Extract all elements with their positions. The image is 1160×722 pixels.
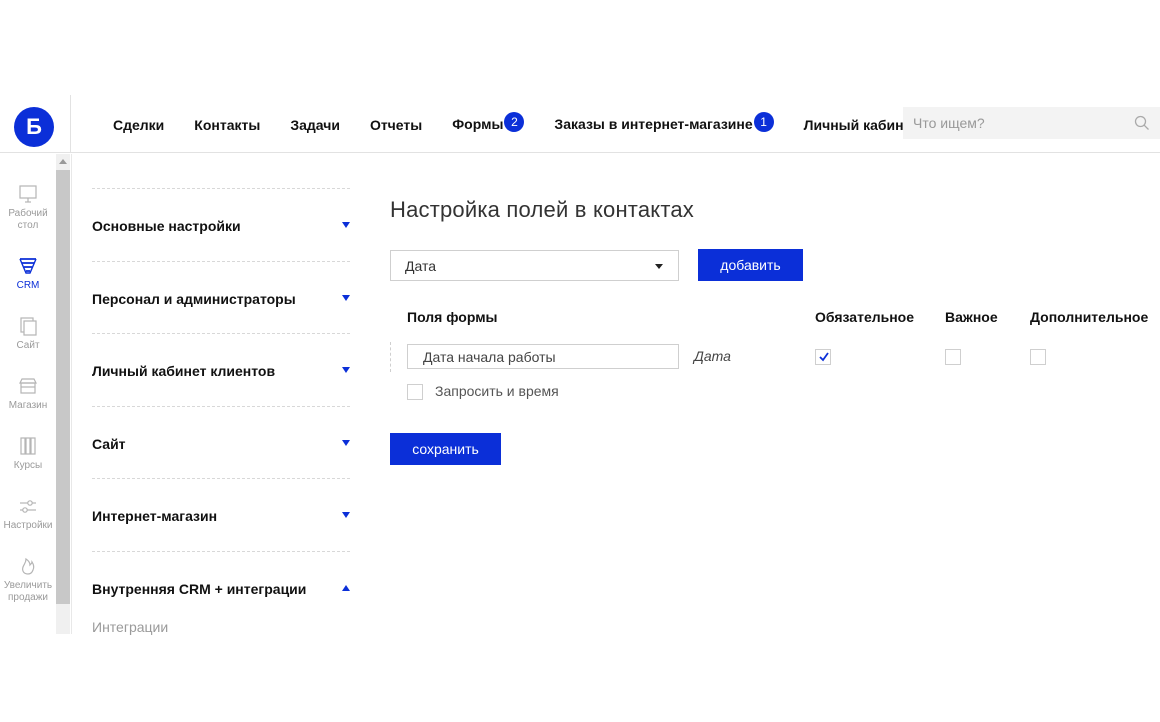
- menu-section-crm-integrations[interactable]: Внутренняя CRM + интеграции: [92, 550, 350, 624]
- expand-arrow-icon: [342, 222, 350, 228]
- chevron-down-icon: [655, 264, 663, 269]
- field-type-select[interactable]: Дата: [390, 250, 679, 281]
- rail-item-dashboard[interactable]: Рабочий стол: [0, 184, 56, 232]
- left-icon-rail: Рабочий стол CRM Сайт Магазин Курсы Наст…: [0, 154, 72, 634]
- nav-forms-label: Формы: [452, 116, 504, 132]
- menu-section-site-label: Сайт: [92, 435, 126, 452]
- checkmark-icon: [819, 352, 829, 362]
- page-title: Настройка полей в контактах: [390, 197, 695, 222]
- request-time-label: Запросить и время: [435, 383, 559, 399]
- rail-item-site[interactable]: Сайт: [0, 316, 56, 352]
- rail-label-settings: Настройки: [3, 520, 53, 531]
- menu-section-staff[interactable]: Персонал и администраторы: [92, 260, 350, 334]
- rail-item-courses[interactable]: Курсы: [0, 436, 56, 472]
- top-nav: Сделки Контакты Задачи Отчеты Формы 2 Зак…: [113, 112, 948, 135]
- column-header-fields: Поля формы: [407, 309, 498, 325]
- field-name-input[interactable]: Дата начала работы: [407, 344, 679, 369]
- menu-sub-item-integrations[interactable]: Интеграции: [92, 619, 168, 635]
- funnel-icon: [19, 258, 37, 274]
- settings-menu: Основные настройки Персонал и администра…: [92, 188, 350, 635]
- nav-shop-orders[interactable]: Заказы в интернет-магазине 1: [554, 112, 774, 135]
- logo[interactable]: Б: [14, 107, 54, 147]
- nav-shop-orders-label: Заказы в интернет-магазине: [554, 116, 753, 132]
- column-header-additional: Дополнительное: [1030, 309, 1149, 325]
- nav-reports-label: Отчеты: [369, 117, 423, 133]
- field-type-label: Дата: [694, 348, 731, 364]
- required-checkbox[interactable]: [815, 349, 831, 365]
- rail-label-courses: Курсы: [13, 460, 43, 471]
- menu-section-crm-integrations-label: Внутренняя CRM + интеграции: [92, 580, 307, 597]
- menu-section-online-store-label: Интернет-магазин: [92, 508, 218, 524]
- rail-item-crm[interactable]: CRM: [0, 256, 56, 292]
- pages-icon: [20, 317, 37, 336]
- nav-personal-account[interactable]: Личный кабинет: [804, 117, 918, 133]
- monitor-icon: [19, 185, 37, 203]
- orders-count-badge: 1: [753, 112, 774, 132]
- menu-section-staff-label: Персонал и администраторы: [92, 290, 296, 307]
- flame-icon: [22, 557, 35, 575]
- save-button[interactable]: сохранить: [390, 433, 501, 465]
- rail-label-boost-sales-1: Увеличить: [3, 580, 53, 591]
- nav-forms[interactable]: Формы 2: [452, 112, 525, 135]
- request-time-checkbox[interactable]: [407, 384, 423, 400]
- rail-scroll-thumb[interactable]: [56, 170, 70, 604]
- nav-deals[interactable]: Сделки: [113, 117, 164, 133]
- rail-item-settings[interactable]: Настройки: [0, 496, 56, 532]
- rail-item-store[interactable]: Магазин: [0, 376, 56, 412]
- search-input[interactable]: [903, 107, 1123, 139]
- nav-tasks-label: Задачи: [290, 117, 340, 133]
- menu-section-general[interactable]: Основные настройки: [92, 188, 350, 261]
- store-icon: [19, 378, 37, 394]
- rail-item-boost-sales[interactable]: Увеличить продажи: [0, 556, 56, 604]
- books-icon: [20, 437, 36, 455]
- scroll-up-arrow-icon[interactable]: [59, 159, 67, 164]
- expand-arrow-icon: [342, 512, 350, 518]
- additional-checkbox[interactable]: [1030, 349, 1046, 365]
- expand-arrow-icon: [342, 367, 350, 373]
- drag-handle[interactable]: [390, 342, 391, 372]
- collapse-arrow-icon: [342, 584, 350, 591]
- important-checkbox[interactable]: [945, 349, 961, 365]
- menu-section-general-label: Основные настройки: [92, 218, 241, 234]
- rail-label-crm: CRM: [16, 280, 40, 291]
- nav-personal-account-label: Личный кабинет: [803, 117, 919, 133]
- nav-deals-label: Сделки: [113, 117, 165, 133]
- forms-count-badge: 2: [504, 112, 525, 132]
- column-header-important: Важное: [945, 309, 998, 325]
- nav-tasks[interactable]: Задачи: [290, 117, 340, 133]
- menu-section-client-account-label: Личный кабинет клиентов: [92, 363, 276, 379]
- nav-reports[interactable]: Отчеты: [370, 117, 422, 133]
- rail-label-site: Сайт: [16, 340, 40, 351]
- menu-section-site[interactable]: Сайт: [92, 405, 350, 479]
- search-icon[interactable]: [1134, 115, 1150, 131]
- column-header-required: Обязательное: [815, 309, 915, 325]
- rail-scrollbar[interactable]: [56, 154, 70, 634]
- rail-label-dashboard-1: Рабочий: [8, 208, 48, 219]
- sliders-icon: [20, 500, 36, 513]
- header-divider: [70, 95, 71, 153]
- add-button[interactable]: добавить: [698, 249, 803, 281]
- search-box: [903, 107, 1160, 139]
- menu-section-client-account[interactable]: Личный кабинет клиентов: [92, 333, 350, 406]
- field-type-select-value: Дата: [405, 258, 437, 274]
- rail-label-boost-sales-2: продажи: [8, 592, 48, 603]
- rail-label-dashboard-2: стол: [17, 220, 39, 231]
- rail-label-store: Магазин: [8, 400, 48, 411]
- expand-arrow-icon: [342, 439, 350, 446]
- nav-contacts[interactable]: Контакты: [194, 117, 260, 133]
- menu-section-online-store[interactable]: Интернет-магазин: [92, 478, 350, 551]
- expand-arrow-icon: [342, 294, 350, 301]
- nav-contacts-label: Контакты: [194, 117, 261, 133]
- top-header: Б Сделки Контакты Задачи Отчеты Формы 2 З…: [0, 95, 1160, 153]
